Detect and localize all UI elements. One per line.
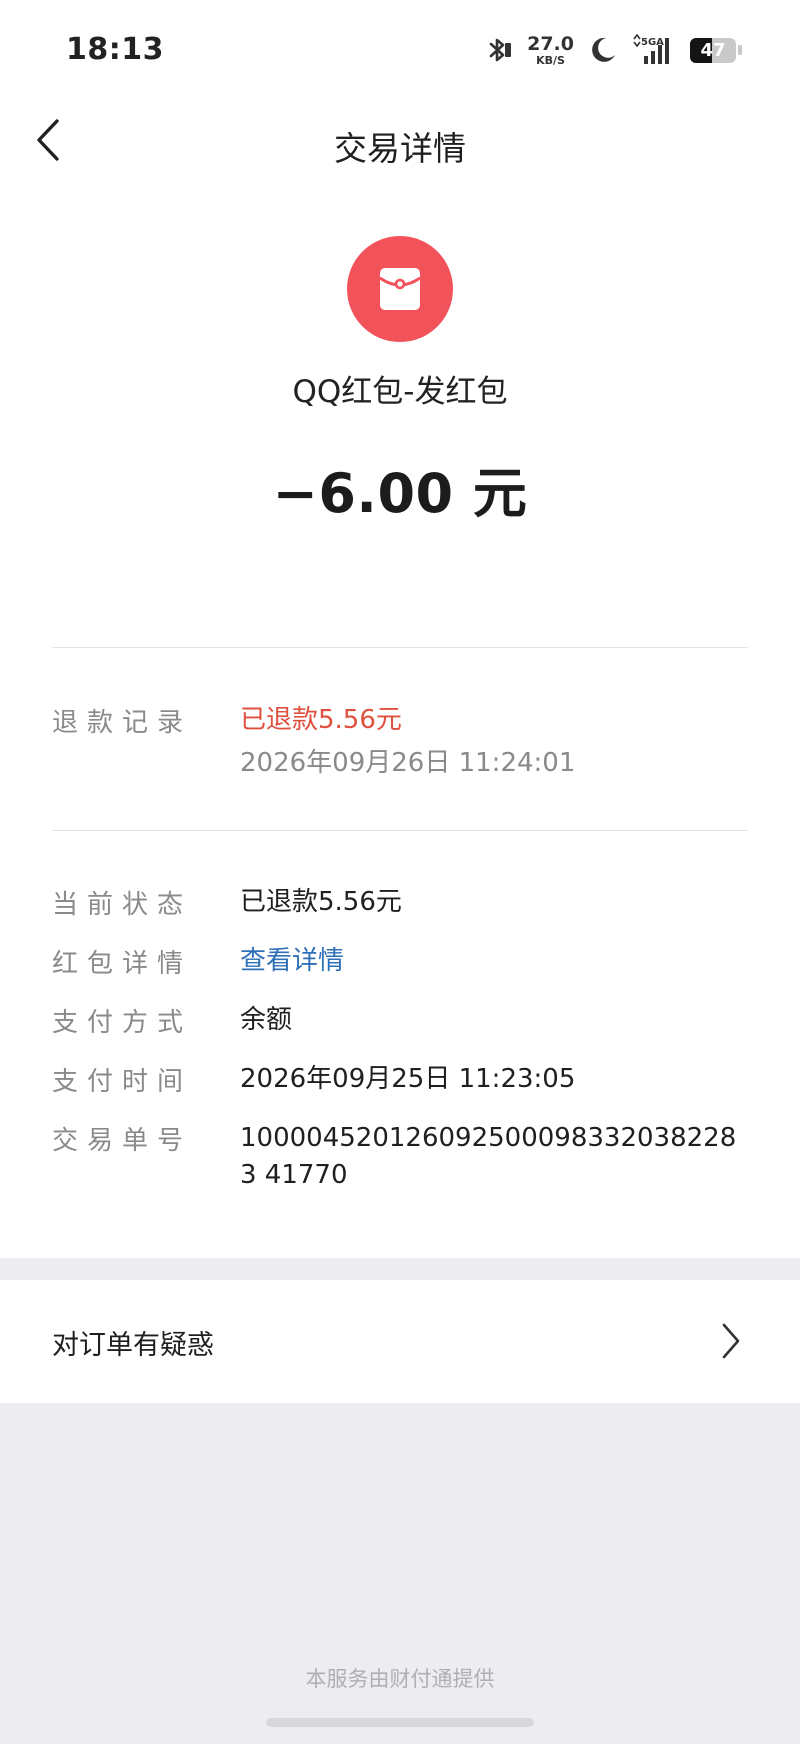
network-speed-value: 27.0 bbox=[527, 32, 574, 55]
red-packet-icon bbox=[347, 236, 453, 342]
bluetooth-icon bbox=[483, 35, 513, 65]
refund-time: 2026年09月26日 11:24:01 bbox=[240, 748, 576, 778]
network-speed-unit: KB/S bbox=[536, 53, 565, 67]
service-provider-note: 本服务由财付通提供 bbox=[305, 1667, 495, 1691]
transaction-amount: −6.00 元 bbox=[272, 462, 528, 525]
status-value: 已退款5.56元 bbox=[240, 887, 402, 917]
status-icons: 27.0 KB/S 5GA 47 bbox=[483, 34, 742, 66]
view-details-link[interactable]: 查看详情 bbox=[240, 943, 752, 980]
battery-indicator: 47 bbox=[690, 37, 736, 63]
payment-time-label: 支付时间 bbox=[52, 1067, 193, 1097]
status-bar: 18:13 27.0 KB/S 5GA 47 bbox=[0, 0, 800, 100]
order-question-label: 对订单有疑惑 bbox=[52, 1330, 214, 1361]
status-label: 当前状态 bbox=[52, 890, 193, 920]
network-speed: 27.0 KB/S bbox=[527, 32, 574, 67]
red-envelope-icon bbox=[379, 268, 421, 310]
divider bbox=[52, 830, 748, 831]
home-indicator[interactable] bbox=[266, 1718, 534, 1727]
red-packet-detail-label: 红包详情 bbox=[52, 949, 193, 979]
divider bbox=[52, 647, 748, 648]
chevron-right-icon bbox=[722, 1323, 740, 1359]
refund-amount: 已退款5.56元 bbox=[240, 705, 402, 735]
payment-method-value: 余额 bbox=[240, 1005, 293, 1035]
cellular-signal-icon: 5GA bbox=[632, 34, 676, 66]
transaction-id-value: 1000045201260925000983320382283 41770 bbox=[240, 1123, 737, 1190]
refund-record-label: 退款记录 bbox=[52, 708, 193, 738]
nav-header: 交易详情 bbox=[0, 100, 800, 180]
order-question-row[interactable]: 对订单有疑惑 bbox=[0, 1280, 800, 1403]
status-time: 18:13 bbox=[66, 32, 164, 67]
battery-tip bbox=[738, 45, 742, 55]
transaction-summary: QQ红包-发红包 −6.00 元 bbox=[0, 236, 800, 528]
payment-time-value: 2026年09月25日 11:23:05 bbox=[240, 1064, 576, 1094]
payment-method-label: 支付方式 bbox=[52, 1008, 193, 1038]
do-not-disturb-moon-icon bbox=[588, 35, 618, 65]
merchant-name: QQ红包-发红包 bbox=[292, 374, 508, 410]
page-title: 交易详情 bbox=[334, 129, 466, 168]
battery-level-text: 47 bbox=[700, 39, 726, 61]
transaction-id-label: 交易单号 bbox=[52, 1126, 193, 1156]
refund-record-value: 已退款5.56元 2026年09月26日 11:24:01 bbox=[240, 702, 752, 782]
